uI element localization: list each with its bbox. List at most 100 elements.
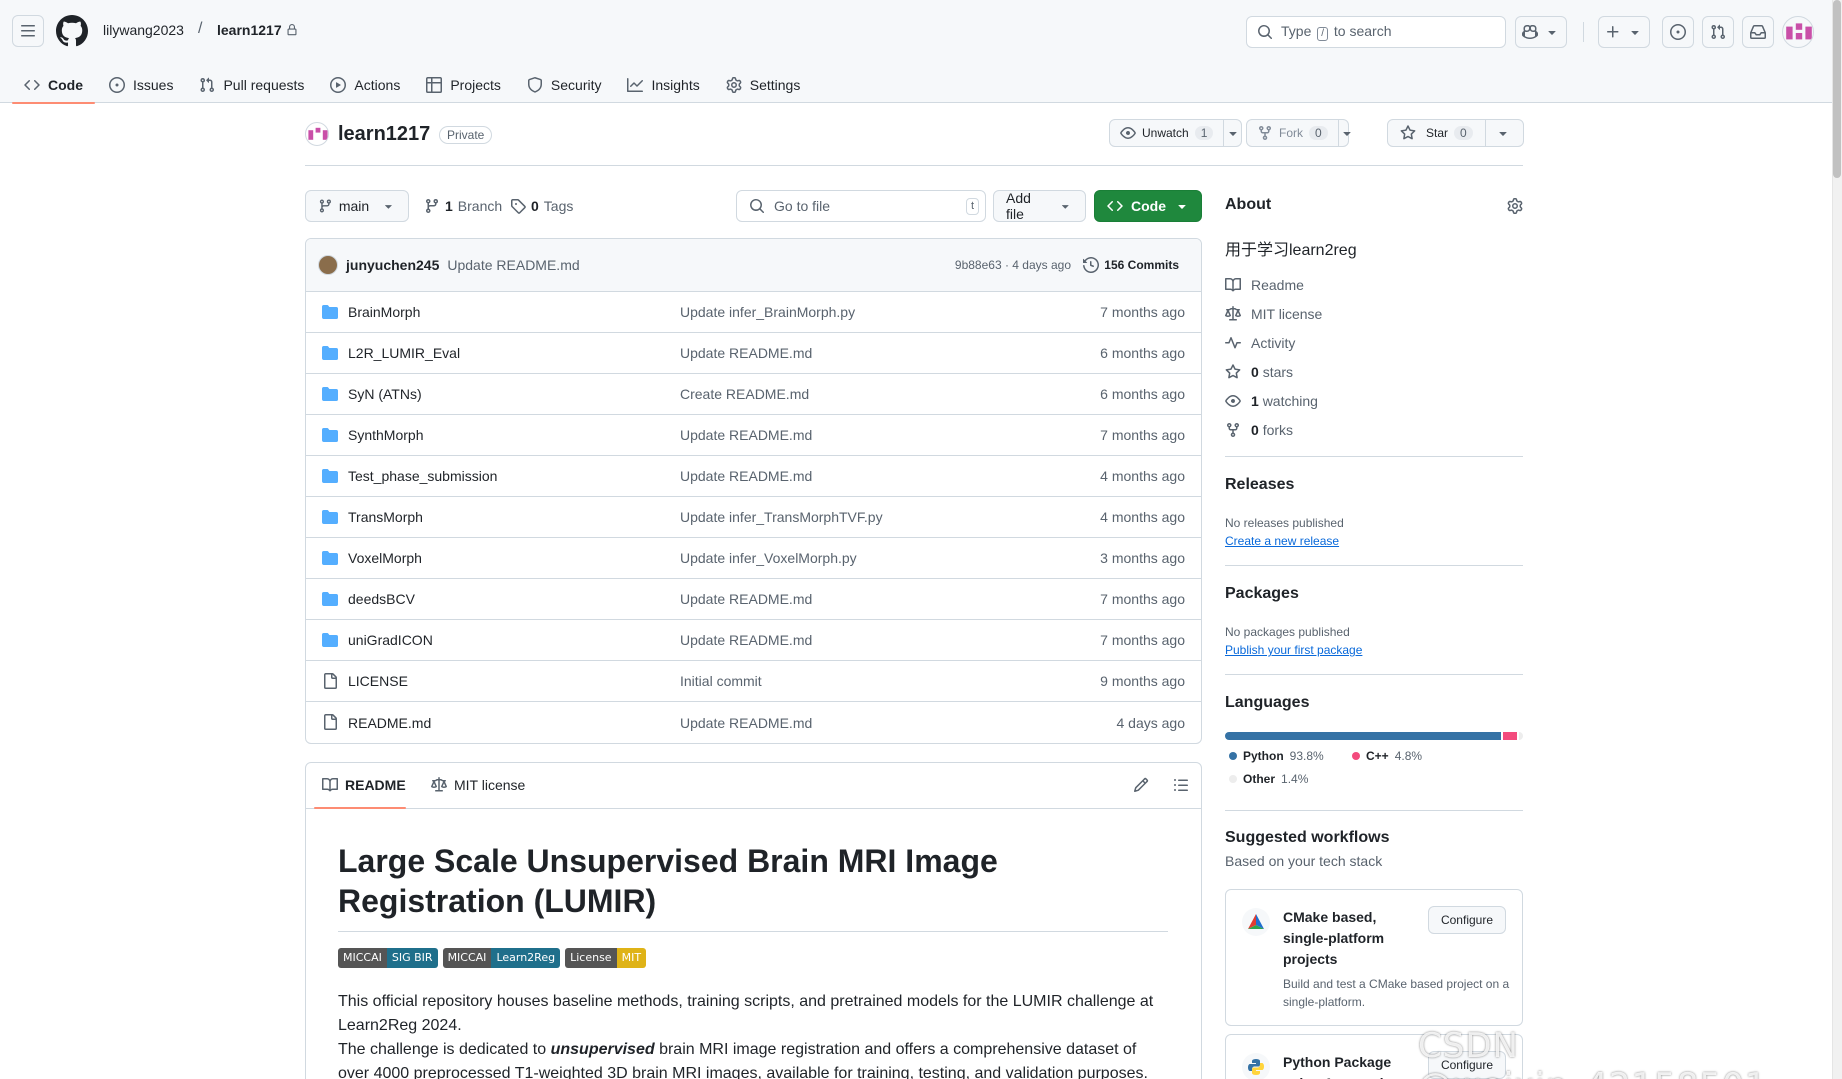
about-stars-link[interactable]: 0 stars bbox=[1225, 364, 1293, 380]
tab-security[interactable]: Security bbox=[515, 66, 614, 103]
outline-button[interactable] bbox=[1173, 777, 1189, 793]
file-name[interactable]: TransMorph bbox=[348, 509, 423, 525]
fork-dropdown[interactable] bbox=[1339, 125, 1355, 141]
configure-button[interactable]: Configure bbox=[1427, 906, 1506, 934]
file-name[interactable]: VoxelMorph bbox=[348, 550, 422, 566]
file-row[interactable]: VoxelMorph Update infer_VoxelMorph.py 3 mo… bbox=[306, 538, 1201, 579]
tab-issues[interactable]: Issues bbox=[97, 66, 185, 103]
issues-button[interactable] bbox=[1662, 16, 1694, 48]
file-name[interactable]: LICENSE bbox=[348, 673, 408, 689]
code-button[interactable]: Code bbox=[1094, 190, 1202, 222]
readme-badge[interactable]: License MIT bbox=[565, 948, 647, 968]
global-search-input[interactable]: Type / to search bbox=[1246, 16, 1506, 48]
language-cpp[interactable]: C++ 4.8% bbox=[1352, 749, 1422, 763]
readme-badge[interactable]: MICCAI Learn2Reg bbox=[442, 948, 561, 968]
edit-readme-button[interactable] bbox=[1133, 777, 1149, 793]
breadcrumb-owner[interactable]: lilywang2023 bbox=[103, 22, 184, 38]
unwatch-main[interactable]: Unwatch 1 bbox=[1110, 120, 1225, 146]
inbox-button[interactable] bbox=[1742, 16, 1774, 48]
file-row[interactable]: deedsBCV Update README.md 7 months ago bbox=[306, 579, 1201, 620]
about-activity-link[interactable]: Activity bbox=[1225, 335, 1295, 351]
tab-actions[interactable]: Actions bbox=[318, 66, 412, 103]
releases-heading[interactable]: Releases bbox=[1225, 476, 1294, 494]
scrollbar-thumb[interactable] bbox=[1833, 0, 1841, 178]
commit-author-avatar[interactable] bbox=[318, 255, 338, 275]
branch-selector[interactable]: main bbox=[305, 190, 409, 222]
repo-owner-avatar[interactable] bbox=[305, 122, 329, 146]
packages-heading[interactable]: Packages bbox=[1225, 585, 1299, 603]
badge-right-text: SIG BIR bbox=[386, 948, 438, 968]
readme-badge[interactable]: MICCAI SIG BIR bbox=[338, 948, 438, 968]
file-name[interactable]: SyN (ATNs) bbox=[348, 386, 422, 402]
tab-pull-requests[interactable]: Pull requests bbox=[187, 66, 316, 103]
commit-message[interactable]: Update README.md bbox=[447, 257, 579, 273]
github-logo-icon[interactable] bbox=[56, 15, 88, 47]
commit-meta[interactable]: 9b88e63 · 4 days ago bbox=[955, 258, 1071, 272]
file-name[interactable]: uniGradICON bbox=[348, 632, 433, 648]
repo-title[interactable]: learn1217 bbox=[338, 123, 430, 146]
file-name[interactable]: README.md bbox=[348, 715, 431, 731]
file-commit-message[interactable]: Update README.md bbox=[680, 632, 812, 648]
file-name[interactable]: L2R_LUMIR_Eval bbox=[348, 345, 460, 361]
file-row[interactable]: LICENSE Initial commit 9 months ago bbox=[306, 661, 1201, 702]
python-logo-icon bbox=[1242, 1053, 1270, 1079]
star-dropdown[interactable] bbox=[1486, 125, 1520, 141]
file-row[interactable]: TransMorph Update infer_TransMorphTVF.py 4… bbox=[306, 497, 1201, 538]
language-python[interactable]: Python 93.8% bbox=[1229, 749, 1324, 763]
commit-author[interactable]: junyuchen245 bbox=[346, 257, 439, 273]
copilot-button[interactable] bbox=[1515, 16, 1567, 48]
create-new-button[interactable] bbox=[1598, 16, 1650, 48]
file-commit-message[interactable]: Update infer_VoxelMorph.py bbox=[680, 550, 857, 566]
unwatch-button[interactable]: Unwatch 1 bbox=[1109, 119, 1242, 147]
publish-package-link[interactable]: Publish your first package bbox=[1225, 643, 1362, 657]
file-commit-message[interactable]: Update infer_TransMorphTVF.py bbox=[680, 509, 883, 525]
search-slash-key: / bbox=[1317, 27, 1329, 41]
file-row[interactable]: L2R_LUMIR_Eval Update README.md 6 months a… bbox=[306, 333, 1201, 374]
star-button[interactable]: Star 0 bbox=[1387, 119, 1524, 147]
file-row[interactable]: Test_phase_submission Update README.md 4 m… bbox=[306, 456, 1201, 497]
file-row[interactable]: uniGradICON Update README.md 7 months ago bbox=[306, 620, 1201, 661]
tab-settings[interactable]: Settings bbox=[714, 66, 813, 103]
about-forks-link[interactable]: 0 forks bbox=[1225, 422, 1293, 438]
license-tab[interactable]: MIT license bbox=[431, 777, 525, 793]
go-to-file-input[interactable]: Go to file t bbox=[736, 190, 986, 222]
file-row[interactable]: BrainMorph Update infer_BrainMorph.py 7 mo… bbox=[306, 292, 1201, 333]
file-row[interactable]: SynthMorph Update README.md 7 months ago bbox=[306, 415, 1201, 456]
file-row[interactable]: SyN (ATNs) Create README.md 6 months ago bbox=[306, 374, 1201, 415]
fork-main[interactable]: Fork 0 bbox=[1247, 120, 1339, 146]
file-name[interactable]: deedsBCV bbox=[348, 591, 415, 607]
pull-requests-button[interactable] bbox=[1702, 16, 1734, 48]
create-release-link[interactable]: Create a new release bbox=[1225, 534, 1339, 548]
commits-link[interactable]: 156 Commits bbox=[1083, 257, 1179, 273]
file-commit-message[interactable]: Update README.md bbox=[680, 345, 812, 361]
tab-insights[interactable]: Insights bbox=[615, 66, 711, 103]
file-commit-message[interactable]: Create README.md bbox=[680, 386, 809, 402]
unwatch-dropdown[interactable] bbox=[1224, 125, 1241, 141]
add-file-button[interactable]: Add file bbox=[993, 190, 1086, 222]
about-watching-link[interactable]: 1 watching bbox=[1225, 393, 1318, 409]
breadcrumb-repo[interactable]: learn1217 bbox=[217, 22, 298, 38]
tab-code[interactable]: Code bbox=[12, 66, 95, 104]
tags-link[interactable]: 0 Tags bbox=[510, 198, 573, 214]
file-name[interactable]: Test_phase_submission bbox=[348, 468, 497, 484]
tab-projects[interactable]: Projects bbox=[414, 66, 513, 103]
about-license-link[interactable]: MIT license bbox=[1225, 306, 1322, 322]
hamburger-menu-button[interactable] bbox=[12, 15, 44, 47]
file-commit-message[interactable]: Update README.md bbox=[680, 591, 812, 607]
readme-tab[interactable]: README bbox=[322, 777, 406, 793]
file-commit-message[interactable]: Initial commit bbox=[680, 673, 762, 689]
page-scrollbar[interactable] bbox=[1832, 0, 1842, 1079]
fork-button[interactable]: Fork 0 bbox=[1246, 119, 1351, 147]
file-commit-message[interactable]: Update README.md bbox=[680, 715, 812, 731]
file-row[interactable]: README.md Update README.md 4 days ago bbox=[306, 702, 1201, 743]
file-commit-message[interactable]: Update README.md bbox=[680, 427, 812, 443]
edit-about-button[interactable] bbox=[1507, 198, 1523, 214]
about-readme-link[interactable]: Readme bbox=[1225, 277, 1304, 293]
file-name[interactable]: BrainMorph bbox=[348, 304, 420, 320]
user-avatar[interactable] bbox=[1782, 16, 1814, 48]
file-commit-message[interactable]: Update README.md bbox=[680, 468, 812, 484]
branches-link[interactable]: 1 Branch bbox=[424, 198, 502, 214]
file-commit-message[interactable]: Update infer_BrainMorph.py bbox=[680, 304, 855, 320]
file-name[interactable]: SynthMorph bbox=[348, 427, 423, 443]
star-main[interactable]: Star 0 bbox=[1388, 120, 1486, 146]
